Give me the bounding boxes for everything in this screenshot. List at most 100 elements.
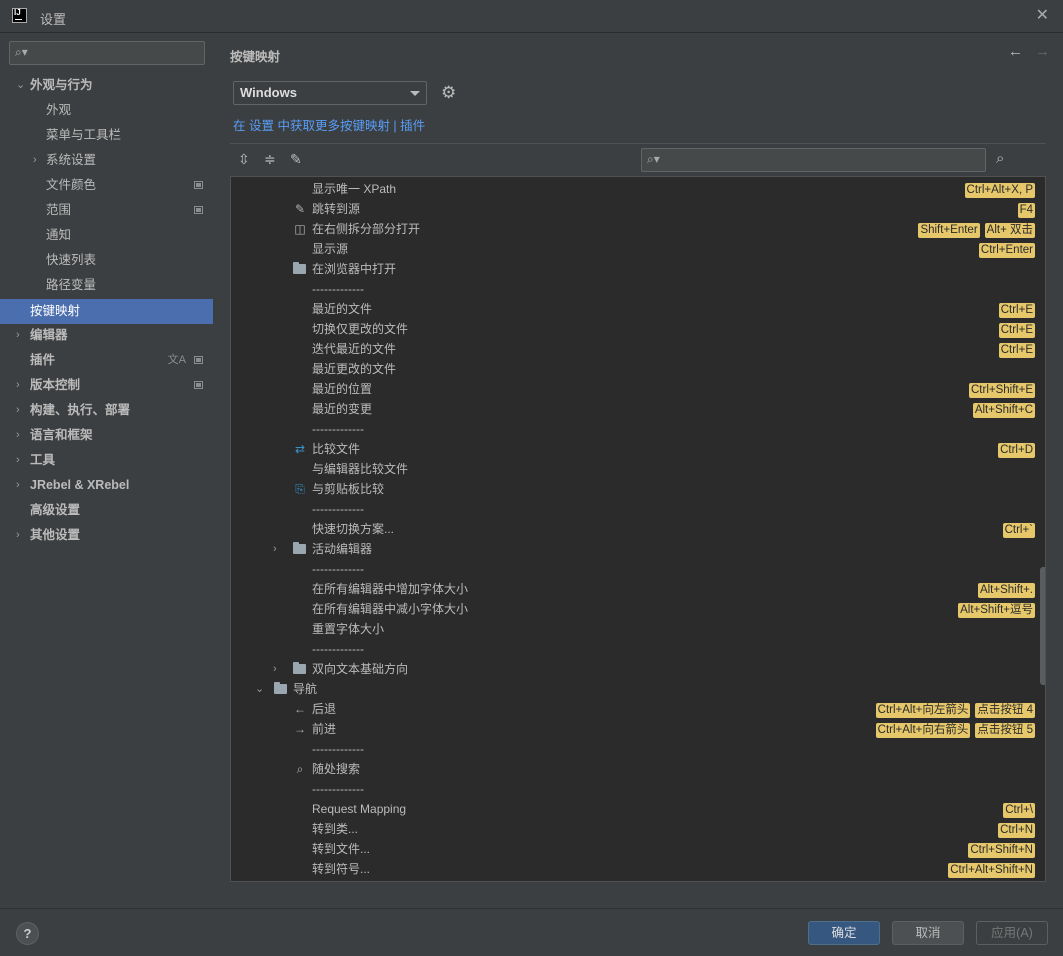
shortcut-list: Ctrl+Shift+E bbox=[964, 379, 1035, 399]
sidebar-item-build-execution-deployment[interactable]: › 构建、执行、部署 bbox=[0, 398, 213, 423]
sidebar-item-advanced-settings[interactable]: 高级设置 bbox=[0, 498, 213, 523]
keymap-action-row[interactable]: 最近的位置 Ctrl+Shift+E bbox=[231, 379, 1035, 399]
sidebar-item-notifications[interactable]: 通知 bbox=[0, 223, 213, 248]
shortcut-badge: Ctrl+Alt+向左箭头 bbox=[875, 703, 971, 718]
keymap-select[interactable]: Windows bbox=[233, 81, 427, 105]
sidebar-item-plugins[interactable]: 插件 文A bbox=[0, 348, 213, 373]
keymap-action-row[interactable]: 重置字体大小 bbox=[231, 619, 1035, 639]
shortcut-badge: Ctrl+D bbox=[998, 443, 1035, 458]
keymap-action-row[interactable]: ⎘ 与剪贴板比较 bbox=[231, 479, 1035, 499]
expand-all-icon[interactable]: ⇳ bbox=[238, 151, 250, 168]
keymap-action-row[interactable]: 显示源 Ctrl+Enter bbox=[231, 239, 1035, 259]
action-label: 前进 bbox=[312, 722, 337, 736]
keymap-action-row[interactable]: Request Mapping Ctrl+\ bbox=[231, 799, 1035, 819]
keymap-action-row[interactable]: ⌕ 随处搜索 bbox=[231, 759, 1035, 779]
collapse-all-icon[interactable]: ≑ bbox=[264, 151, 276, 168]
sidebar-item-scopes[interactable]: 范围 bbox=[0, 198, 213, 223]
keymap-action-row[interactable]: ✎ 跳转到源 F4 bbox=[231, 199, 1035, 219]
settings-search-input[interactable]: ⌕▾ bbox=[9, 41, 205, 65]
sidebar-item-other-settings[interactable]: › 其他设置 bbox=[0, 523, 213, 548]
keymap-search-input[interactable]: ⌕▾ bbox=[641, 148, 986, 172]
shortcut-list: Ctrl+D bbox=[993, 439, 1035, 459]
arrow-left-icon[interactable]: ← bbox=[1008, 43, 1023, 60]
keymap-action-row[interactable]: 最近更改的文件 bbox=[231, 359, 1035, 379]
keymap-action-row[interactable]: 显示唯一 XPath Ctrl+Alt+X, P bbox=[231, 179, 1035, 199]
sidebar-item-appearance[interactable]: 外观 bbox=[0, 98, 213, 123]
sidebar-item-label: 快速列表 bbox=[46, 253, 97, 267]
sidebar-item-keymap[interactable]: 按键映射 bbox=[0, 299, 213, 324]
arrow-left-icon: ← bbox=[294, 702, 306, 716]
cancel-button[interactable]: 取消 bbox=[892, 921, 964, 945]
sidebar-item-label: 构建、执行、部署 bbox=[30, 403, 131, 417]
close-icon[interactable]: ✕ bbox=[1036, 8, 1049, 24]
chevron-down-icon[interactable]: ⌄ bbox=[255, 679, 264, 699]
keymap-action-row[interactable]: 最近的文件 Ctrl+E bbox=[231, 299, 1035, 319]
get-more-keymaps-link[interactable]: 在 设置 中获取更多按键映射 | 插件 bbox=[233, 115, 425, 134]
chevron-right-icon: › bbox=[16, 454, 20, 466]
dialog-footer: ? 确定 取消 应用(A) bbox=[0, 908, 1063, 956]
diff-icon: ⇄ bbox=[294, 442, 306, 456]
keymap-action-row[interactable]: ⇄ 比较文件 Ctrl+D bbox=[231, 439, 1035, 459]
sidebar-item-appearance-behavior[interactable]: ⌄ 外观与行为 bbox=[0, 73, 213, 98]
chevron-right-icon[interactable]: › bbox=[273, 659, 277, 679]
keymap-action-row[interactable]: ------------- bbox=[231, 559, 1035, 579]
sidebar-item-languages-frameworks[interactable]: › 语言和框架 bbox=[0, 423, 213, 448]
shortcut-list: Ctrl+Alt+X, P bbox=[960, 179, 1035, 199]
chevron-down-icon bbox=[410, 91, 420, 96]
search-icon: ⌕▾ bbox=[15, 45, 28, 59]
search-icon: ⌕ bbox=[296, 762, 304, 776]
keymap-action-row[interactable]: 在浏览器中打开 bbox=[231, 259, 1035, 279]
shortcut-list: F4 bbox=[1013, 199, 1035, 219]
keymap-action-row[interactable]: ◫ 在右侧拆分部分打开 Shift+Enter Alt+ 双击 bbox=[231, 219, 1035, 239]
keymap-action-row[interactable]: ------------- bbox=[231, 779, 1035, 799]
keymap-action-row[interactable]: → 前进 Ctrl+Alt+向右箭头 点击按钮 5 bbox=[231, 719, 1035, 739]
keymap-action-row[interactable]: 切换仅更改的文件 Ctrl+E bbox=[231, 319, 1035, 339]
keymap-action-row[interactable]: ------------- bbox=[231, 499, 1035, 519]
keymap-action-row[interactable]: 迭代最近的文件 Ctrl+E bbox=[231, 339, 1035, 359]
keymap-action-row[interactable]: 最近的变更 Alt+Shift+C bbox=[231, 399, 1035, 419]
edit-pencil-icon[interactable]: ✎ bbox=[290, 151, 302, 168]
keymap-action-row[interactable]: 在所有编辑器中减小字体大小 Alt+Shift+逗号 bbox=[231, 599, 1035, 619]
sidebar-item-version-control[interactable]: › 版本控制 bbox=[0, 373, 213, 398]
keymap-action-row[interactable]: ------------- bbox=[231, 419, 1035, 439]
action-label: 迭代最近的文件 bbox=[312, 342, 397, 356]
keymap-action-row[interactable]: ← 后退 Ctrl+Alt+向左箭头 点击按钮 4 bbox=[231, 699, 1035, 719]
sidebar-item-path-variables[interactable]: 路径变量 bbox=[0, 273, 213, 298]
keymap-action-row[interactable]: ⌄ 导航 bbox=[231, 679, 1035, 699]
sidebar-item-tools[interactable]: › 工具 bbox=[0, 448, 213, 473]
keymap-action-row[interactable]: 在所有编辑器中增加字体大小 Alt+Shift+. bbox=[231, 579, 1035, 599]
pencil-icon: ✎ bbox=[294, 202, 306, 216]
keymap-action-row[interactable]: 转到符号... Ctrl+Alt+Shift+N bbox=[231, 859, 1035, 879]
sidebar-item-menus-toolbars[interactable]: 菜单与工具栏 bbox=[0, 123, 213, 148]
keymap-action-tree[interactable]: 显示唯一 XPath Ctrl+Alt+X, P ✎ 跳转到源 F4 ◫ 在右侧拆分部分打开… bbox=[230, 176, 1046, 882]
keymap-action-row[interactable]: ------------- bbox=[231, 279, 1035, 299]
sidebar-item-editor[interactable]: › 编辑器 bbox=[0, 323, 213, 348]
keymap-action-row[interactable]: 转到文件... Ctrl+Shift+N bbox=[231, 839, 1035, 859]
sidebar-item-jrebel-xrebel[interactable]: › JRebel & XRebel bbox=[0, 473, 213, 498]
keymap-action-row[interactable]: 与编辑器比较文件 bbox=[231, 459, 1035, 479]
apply-button[interactable]: 应用(A) bbox=[976, 921, 1048, 945]
sidebar-item-quick-lists[interactable]: 快速列表 bbox=[0, 248, 213, 273]
intellij-logo-icon: IJ bbox=[12, 8, 27, 23]
sidebar-item-system-settings[interactable]: › 系统设置 bbox=[0, 148, 213, 173]
keymap-action-row[interactable]: › 双向文本基础方向 bbox=[231, 659, 1035, 679]
ok-button[interactable]: 确定 bbox=[808, 921, 880, 945]
keymap-action-row[interactable]: 快速切换方案... Ctrl+` bbox=[231, 519, 1035, 539]
sidebar-item-label: 外观与行为 bbox=[30, 78, 93, 92]
chevron-right-icon[interactable]: › bbox=[273, 539, 277, 559]
find-by-shortcut-icon[interactable]: ⌕ bbox=[996, 150, 1004, 167]
keymap-action-row[interactable]: 转到类... Ctrl+N bbox=[231, 819, 1035, 839]
sidebar-item-label: 工具 bbox=[30, 453, 56, 467]
keymap-action-row[interactable]: › 活动编辑器 bbox=[231, 539, 1035, 559]
sidebar-item-label: 插件 bbox=[30, 353, 56, 367]
shortcut-badge: Ctrl+` bbox=[1002, 523, 1035, 538]
gear-icon[interactable]: ⚙ bbox=[441, 83, 456, 103]
project-level-icon bbox=[194, 206, 203, 214]
keymap-action-row[interactable]: ------------- bbox=[231, 639, 1035, 659]
shortcut-list: Ctrl+Alt+向左箭头 点击按钮 4 bbox=[871, 699, 1035, 719]
keymap-action-row[interactable]: ------------- bbox=[231, 739, 1035, 759]
arrow-right-icon[interactable]: → bbox=[1035, 43, 1050, 60]
help-button[interactable]: ? bbox=[16, 922, 39, 945]
vertical-scrollbar[interactable] bbox=[1040, 567, 1045, 685]
sidebar-item-file-colors[interactable]: 文件颜色 bbox=[0, 173, 213, 198]
